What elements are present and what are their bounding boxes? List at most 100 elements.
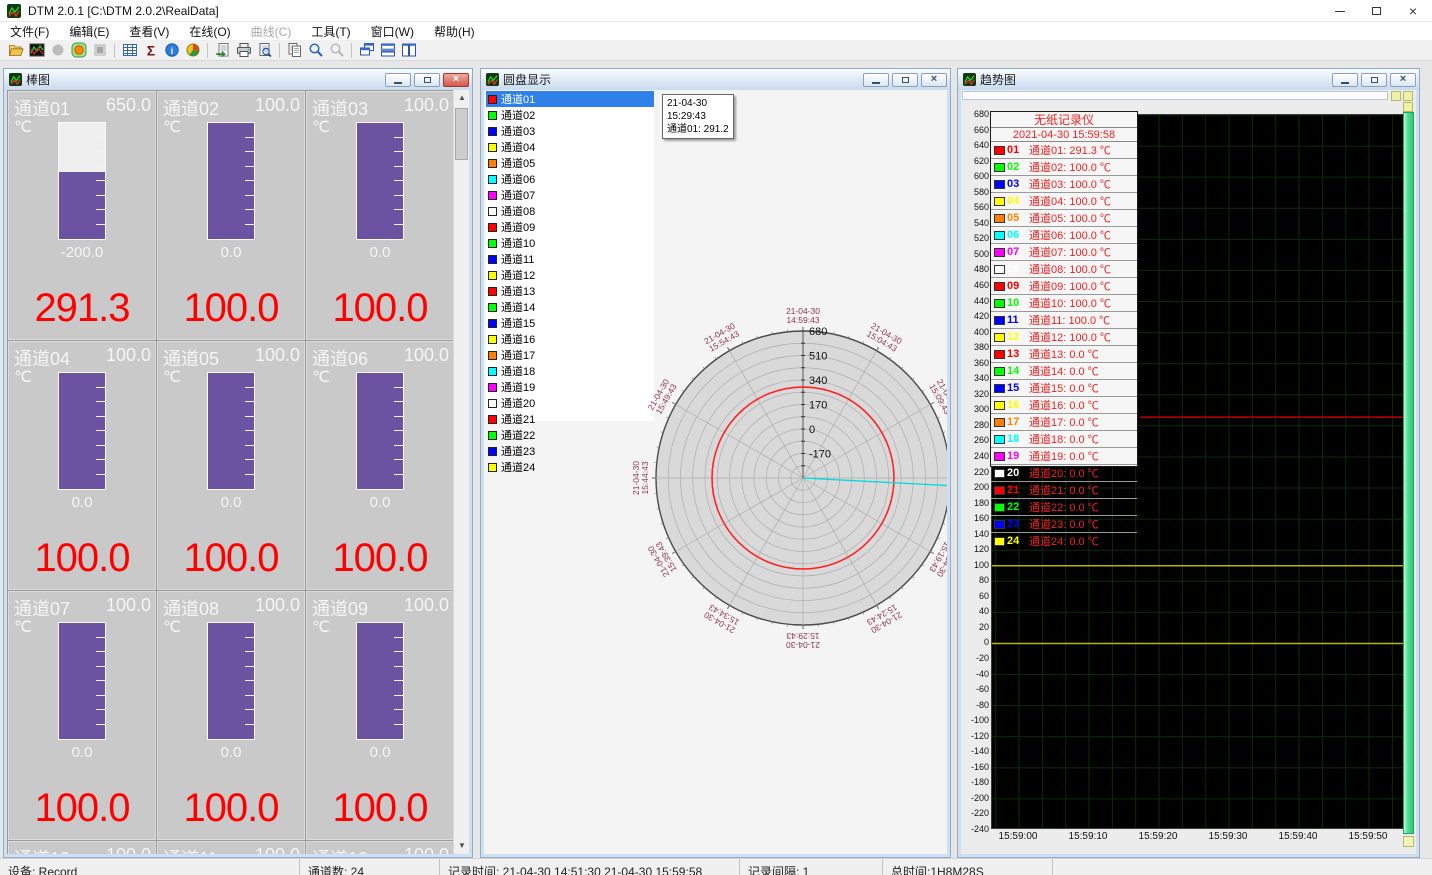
scrollbar-thumb[interactable] [455, 108, 468, 160]
gauge-tick [245, 387, 254, 388]
zoom-icon[interactable] [306, 42, 325, 59]
legend-row-14: 14通道14: 0.0 ℃ [991, 363, 1137, 380]
legend-channel-number: 07 [1007, 246, 1024, 258]
legend-color-swatch [994, 418, 1005, 427]
trend-window-close-button[interactable]: × [1390, 73, 1416, 87]
print-preview-icon[interactable] [255, 42, 274, 59]
print-icon[interactable] [234, 42, 253, 59]
bar-window-scrollbar[interactable]: ▲ ▼ [453, 90, 469, 854]
menu-tools[interactable]: 工具(T) [301, 22, 360, 41]
channel-list-item-12[interactable]: 通道12 [486, 267, 654, 283]
menu-bar: 文件(F)编辑(E)查看(V)在线(O)曲线(C)工具(T)窗口(W)帮助(H) [0, 22, 1432, 40]
channel-list-item-04[interactable]: 通道04 [486, 139, 654, 155]
maximize-button[interactable] [1358, 0, 1394, 22]
trend-vertical-scrollbar[interactable] [1403, 112, 1414, 834]
bar-window-minimize-button[interactable] [385, 73, 411, 87]
disc-window-titlebar[interactable]: 圆盘显示 × [481, 69, 950, 90]
legend-channel-value: 通道07: 100.0 ℃ [1029, 244, 1111, 260]
channel-color-swatch [488, 287, 497, 296]
disc-window-maximize-button[interactable] [892, 73, 918, 87]
channel-color-swatch [488, 143, 497, 152]
legend-channel-value: 通道23: 0.0 ℃ [1029, 516, 1099, 532]
unit-label: ℃ [163, 617, 181, 637]
range-min-value: 0.0 [9, 744, 155, 761]
trend-scroll-button-icon[interactable] [1403, 836, 1414, 847]
minimize-button[interactable] [1322, 0, 1358, 22]
channel-color-swatch [488, 383, 497, 392]
legend-channel-value: 通道20: 0.0 ℃ [1029, 465, 1099, 481]
gauge-tick [394, 709, 403, 710]
trend-horizontal-scrollbar[interactable] [962, 91, 1388, 100]
toolbar-separator [279, 43, 280, 58]
menu-help[interactable]: 帮助(H) [424, 22, 485, 41]
curve-view-icon[interactable] [27, 42, 46, 59]
record-gray-icon[interactable] [48, 42, 67, 59]
trend-window-titlebar[interactable]: 趋势图 × [958, 69, 1419, 90]
trend-scroll-button-icon[interactable] [1391, 91, 1401, 101]
y-axis-label: 680 [961, 109, 989, 119]
channel-color-swatch [488, 351, 497, 360]
polar-chart[interactable]: 6805103401700-17021-04-3014:59:4321-04-3… [613, 288, 947, 668]
data-table-icon[interactable] [120, 42, 139, 59]
menu-online[interactable]: 在线(O) [179, 22, 240, 41]
trend-scroll-button-icon[interactable] [1403, 91, 1413, 101]
status-field-0: 设备: Record [0, 859, 300, 875]
disc-window-minimize-button[interactable] [863, 73, 889, 87]
legend-channel-value: 通道21: 0.0 ℃ [1029, 482, 1099, 498]
channel-list-item-08[interactable]: 通道08 [486, 203, 654, 219]
tile-vertical-icon[interactable] [399, 42, 418, 59]
channel-list-item-05[interactable]: 通道05 [486, 155, 654, 171]
channel-list-item-01[interactable]: 通道01 [486, 91, 654, 107]
channel-list-item-07[interactable]: 通道07 [486, 187, 654, 203]
svg-text:i: i [170, 46, 173, 57]
svg-text:170: 170 [809, 400, 827, 412]
zoom-disabled-icon[interactable] [327, 42, 346, 59]
y-axis-label: 60 [961, 591, 989, 601]
tile-horizontal-icon[interactable] [378, 42, 397, 59]
status-bar: 设备: Record通道数: 24记录时间: 21-04-30 14:51:30… [0, 858, 1432, 875]
current-value: 100.0 [158, 536, 304, 581]
channel-list-item-09[interactable]: 通道09 [486, 219, 654, 235]
export-icon[interactable] [213, 42, 232, 59]
copy-icon[interactable] [285, 42, 304, 59]
disc-window-close-button[interactable]: × [921, 73, 947, 87]
channel-list-item-11[interactable]: 通道11 [486, 251, 654, 267]
scroll-down-icon[interactable]: ▼ [454, 838, 469, 854]
y-axis-label: 40 [961, 606, 989, 616]
gauge-header: 通道03100.0 [312, 95, 449, 117]
disc-display-window: 圆盘显示 × 通道01通道02通道03通道04通道05通道06通道07通道08通… [480, 68, 951, 858]
menu-file[interactable]: 文件(F) [0, 22, 59, 41]
channel-color-swatch [488, 239, 497, 248]
bar-window-close-button[interactable]: × [443, 73, 469, 87]
channel-list-item-02[interactable]: 通道02 [486, 107, 654, 123]
menu-view[interactable]: 查看(V) [119, 22, 179, 41]
pie-chart-icon[interactable] [183, 42, 202, 59]
trend-window-maximize-button[interactable] [1361, 73, 1387, 87]
menu-window[interactable]: 窗口(W) [361, 22, 424, 41]
bar-window-maximize-button[interactable] [414, 73, 440, 87]
legend-row-09: 09通道09: 100.0 ℃ [991, 278, 1137, 295]
scroll-up-icon[interactable]: ▲ [454, 90, 469, 106]
close-button[interactable]: × [1394, 0, 1432, 22]
trend-window-minimize-button[interactable] [1332, 73, 1358, 87]
gauge-tick [245, 445, 254, 446]
channel-list-item-03[interactable]: 通道03 [486, 123, 654, 139]
menu-curve[interactable]: 曲线(C) [241, 22, 302, 41]
svg-text:21-04-3015:44:43: 21-04-3015:44:43 [631, 461, 650, 495]
stop-gray-icon[interactable] [90, 42, 109, 59]
legend-color-swatch [994, 384, 1005, 393]
range-max-value: 100.0 [106, 595, 151, 616]
record-active-icon[interactable] [69, 42, 88, 59]
bar-window-titlebar[interactable]: 棒图 × [4, 69, 472, 90]
status-field-4: 总时间:1H8M28S [883, 859, 1053, 875]
open-file-icon[interactable] [6, 42, 25, 59]
gauge-tick [394, 680, 403, 681]
info-icon[interactable]: i [162, 42, 181, 59]
statistics-icon[interactable]: Σ [141, 42, 160, 59]
cascade-windows-icon[interactable] [357, 42, 376, 59]
legend-channel-value: 通道11: 100.0 ℃ [1029, 312, 1110, 328]
menu-edit[interactable]: 编辑(E) [59, 22, 119, 41]
trend-scroll-button-icon[interactable] [1403, 102, 1413, 112]
channel-list-item-10[interactable]: 通道10 [486, 235, 654, 251]
channel-list-item-06[interactable]: 通道06 [486, 171, 654, 187]
